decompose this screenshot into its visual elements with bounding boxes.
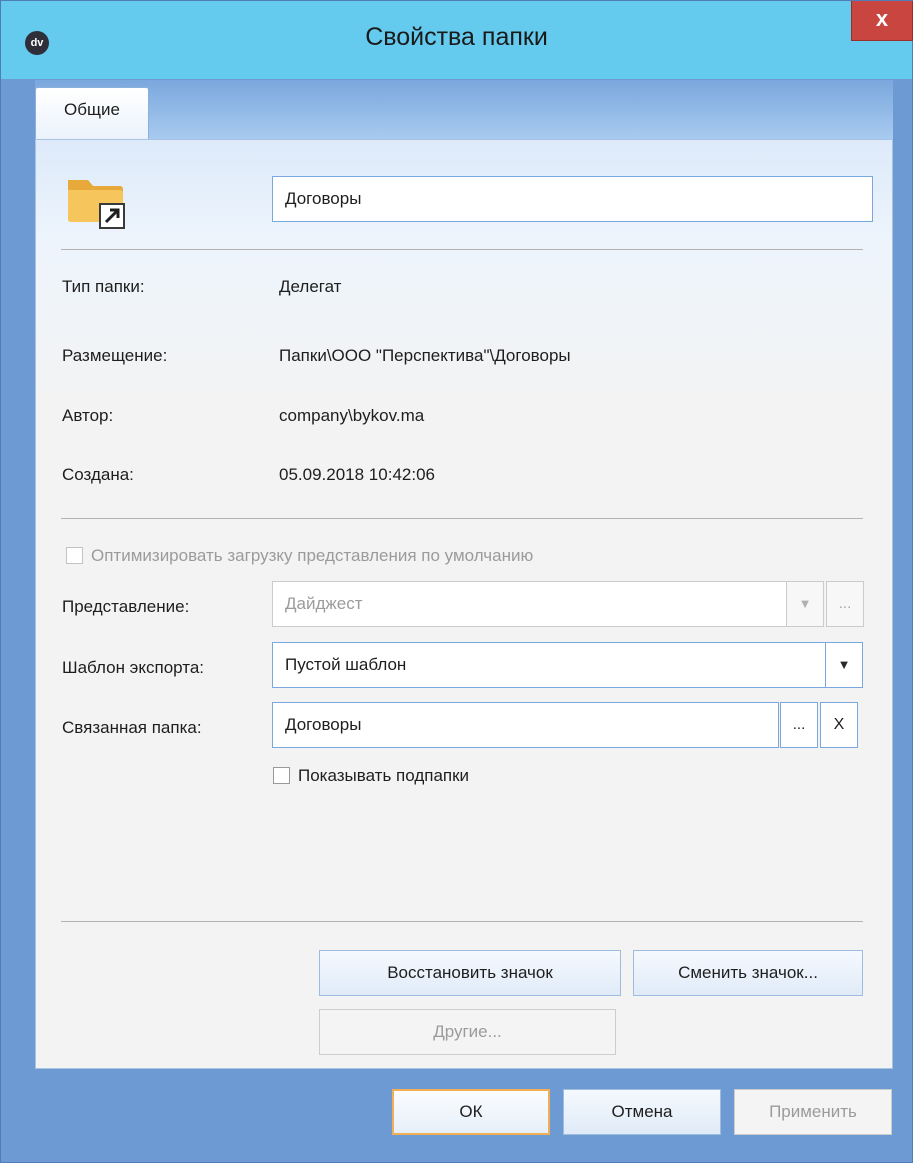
export-dropdown-button[interactable]: ▼ (825, 642, 863, 688)
export-template-label: Шаблон экспорта: (62, 658, 205, 677)
view-select[interactable]: Дайджест (272, 581, 823, 627)
optimize-view-label: Оптимизировать загрузку представления по… (91, 546, 534, 565)
divider (61, 518, 863, 519)
view-label: Представление: (62, 597, 190, 616)
ok-button[interactable]: ОК (392, 1089, 550, 1135)
other-icons-button[interactable]: Другие... (319, 1009, 616, 1055)
linked-folder-clear-button[interactable]: X (820, 702, 858, 748)
chevron-down-icon: ▼ (837, 657, 851, 672)
window-title: Свойства папки (365, 23, 548, 51)
export-template-select[interactable]: Пустой шаблон (272, 642, 863, 688)
change-icon-button[interactable]: Сменить значок... (633, 950, 863, 996)
created-value: 05.09.2018 10:42:06 (279, 465, 435, 484)
divider (61, 249, 863, 250)
location-value: Папки\ООО "Перспектива"\Договоры (279, 346, 571, 365)
linked-folder-label: Связанная папка: (62, 718, 202, 737)
checkbox-box[interactable] (66, 547, 83, 564)
general-tab-panel: Договоры Тип папки: Делегат Размещение: … (35, 139, 893, 1069)
apply-button[interactable]: Применить (734, 1089, 892, 1135)
tab-strip: Общие (35, 80, 893, 141)
show-subfolders-checkbox[interactable]: Показывать подпапки (273, 766, 469, 786)
divider (61, 921, 863, 922)
checkbox-box[interactable] (273, 767, 290, 784)
created-label: Создана: (62, 465, 134, 484)
linked-folder-value: Договоры (285, 715, 362, 734)
linked-folder-browse-button[interactable]: ... (780, 702, 818, 748)
author-label: Автор: (62, 406, 114, 425)
cancel-button[interactable]: Отмена (563, 1089, 721, 1135)
tab-general[interactable]: Общие (35, 87, 149, 141)
folder-name-input[interactable]: Договоры (272, 176, 873, 222)
folder-type-label: Тип папки: (62, 277, 145, 296)
folder-shortcut-icon (68, 180, 125, 229)
location-label: Размещение: (62, 346, 168, 365)
view-browse-button[interactable]: ... (826, 581, 864, 627)
view-dropdown-button[interactable]: ▼ (786, 581, 824, 627)
author-value: company\bykov.ma (279, 406, 425, 425)
restore-icon-button[interactable]: Восстановить значок (319, 950, 621, 996)
title-bar[interactable]: dv Свойства папки x (1, 1, 913, 79)
optimize-view-checkbox[interactable]: Оптимизировать загрузку представления по… (66, 546, 533, 566)
chevron-down-icon: ▼ (798, 596, 812, 611)
view-select-value: Дайджест (285, 594, 363, 613)
folder-type-value: Делегат (279, 277, 342, 296)
folder-properties-dialog: dv Свойства папки x Общие Договоры Тип п… (0, 0, 913, 1163)
close-button[interactable]: x (851, 1, 913, 41)
export-template-value: Пустой шаблон (285, 655, 407, 674)
linked-folder-input[interactable]: Договоры (272, 702, 779, 748)
show-subfolders-label: Показывать подпапки (298, 766, 470, 785)
